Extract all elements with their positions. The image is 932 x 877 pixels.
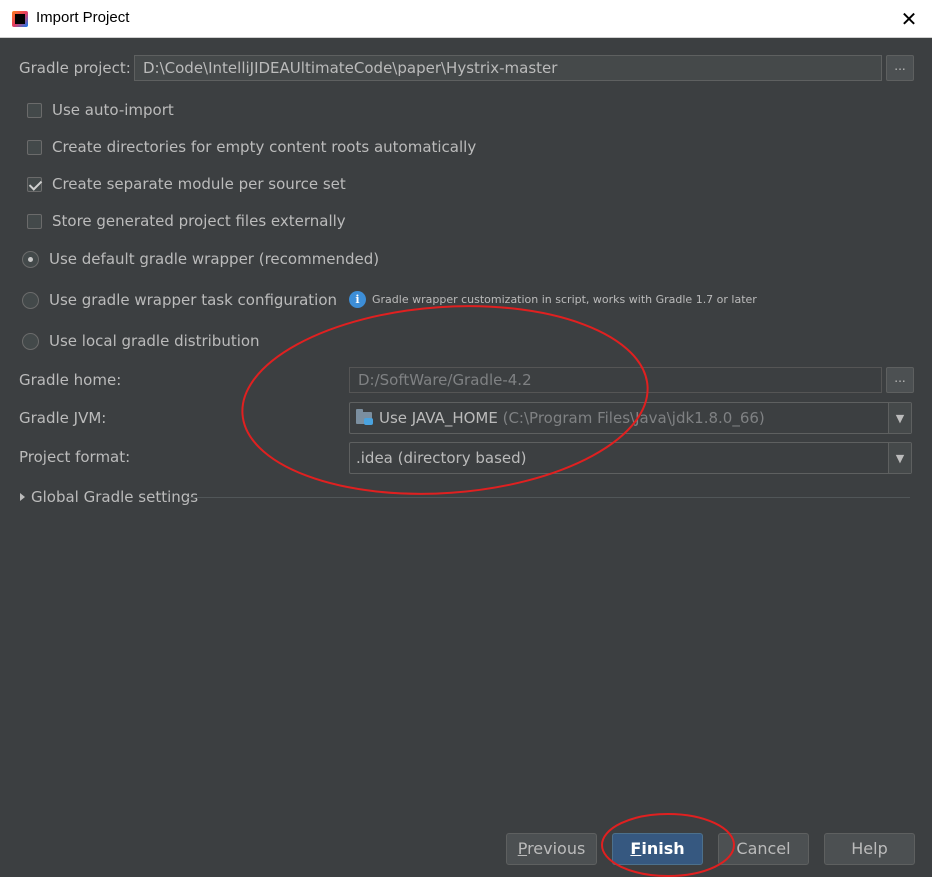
wrapper-info-text: Gradle wrapper customization in script, …: [372, 293, 757, 306]
gradle-jvm-dropdown[interactable]: Use JAVA_HOME (C:\Program Files\Java\jdk…: [349, 402, 912, 434]
finish-mnemonic: F: [630, 839, 642, 858]
wrapper-task-config-label: Use gradle wrapper task configuration: [49, 291, 338, 309]
annotation-ellipse-settings: [241, 305, 649, 495]
gradle-jvm-label: Gradle JVM:: [19, 409, 107, 427]
finish-label-rest: inish: [641, 839, 685, 858]
use-auto-import-checkbox[interactable]: [27, 102, 42, 118]
gradle-jvm-value: Use JAVA_HOME (C:\Program Files\Java\jdk…: [350, 409, 888, 427]
project-format-label: Project format:: [19, 448, 131, 466]
close-button[interactable]: ✕: [886, 0, 932, 37]
store-externally-label: Store generated project files externally: [52, 212, 346, 230]
previous-mnemonic: P: [517, 839, 528, 858]
default-wrapper-option[interactable]: Use default gradle wrapper (recommended): [22, 250, 379, 268]
global-gradle-settings-toggle[interactable]: Global Gradle settings: [20, 488, 198, 506]
finish-button[interactable]: Finish: [612, 833, 703, 865]
separate-module-option[interactable]: Create separate module per source set: [27, 175, 346, 193]
default-wrapper-radio[interactable]: [22, 250, 39, 268]
wrapper-task-config-option[interactable]: Use gradle wrapper task configuration: [22, 291, 337, 309]
gradle-home-label: Gradle home:: [19, 371, 122, 389]
chevron-down-icon[interactable]: ▼: [888, 403, 911, 433]
separate-module-label: Create separate module per source set: [52, 175, 346, 193]
chevron-down-icon[interactable]: ▼: [888, 443, 911, 473]
intellij-app-icon: [12, 11, 28, 27]
help-button[interactable]: Help: [824, 833, 915, 865]
gradle-home-browse-button[interactable]: ...: [886, 367, 914, 393]
local-distribution-option[interactable]: Use local gradle distribution: [22, 332, 260, 350]
gradle-jvm-main-text: Use JAVA_HOME: [379, 409, 498, 427]
wrapper-task-config-radio[interactable]: [22, 291, 39, 309]
global-gradle-settings-label: Global Gradle settings: [31, 488, 199, 506]
annotation-overlay: [241, 305, 735, 877]
gradle-jvm-path-text: (C:\Program Files\Java\jdk1.8.0_66): [502, 409, 765, 427]
local-distribution-radio[interactable]: [22, 332, 39, 350]
window-title: Import Project: [36, 9, 130, 26]
use-auto-import-option[interactable]: Use auto-import: [27, 101, 174, 119]
gradle-project-browse-button[interactable]: ...: [886, 55, 914, 81]
gradle-project-label: Gradle project:: [19, 59, 131, 77]
gradle-home-field[interactable]: D:/SoftWare/Gradle-4.2: [349, 367, 882, 393]
store-externally-option[interactable]: Store generated project files externally: [27, 212, 346, 230]
expand-triangle-icon: [20, 493, 25, 501]
section-divider: [186, 497, 910, 498]
title-bar: Import Project ✕: [0, 0, 932, 38]
local-distribution-label: Use local gradle distribution: [49, 332, 260, 350]
create-directories-label: Create directories for empty content roo…: [52, 138, 477, 156]
create-directories-checkbox[interactable]: [27, 139, 42, 155]
previous-label-rest: revious: [527, 839, 586, 858]
project-format-dropdown[interactable]: .idea (directory based) ▼: [349, 442, 912, 474]
separate-module-checkbox[interactable]: [27, 176, 42, 192]
project-format-value: .idea (directory based): [356, 449, 527, 467]
store-externally-checkbox[interactable]: [27, 213, 42, 229]
use-auto-import-label: Use auto-import: [52, 101, 174, 119]
gradle-project-path-field[interactable]: D:\Code\IntelliJIDEAUltimateCode\paper\H…: [134, 55, 882, 81]
previous-button[interactable]: Previous: [506, 833, 597, 865]
jdk-folder-icon: [356, 409, 373, 425]
create-directories-option[interactable]: Create directories for empty content roo…: [27, 138, 476, 156]
info-icon: i: [349, 291, 366, 308]
default-wrapper-label: Use default gradle wrapper (recommended): [49, 250, 380, 268]
cancel-button[interactable]: Cancel: [718, 833, 809, 865]
